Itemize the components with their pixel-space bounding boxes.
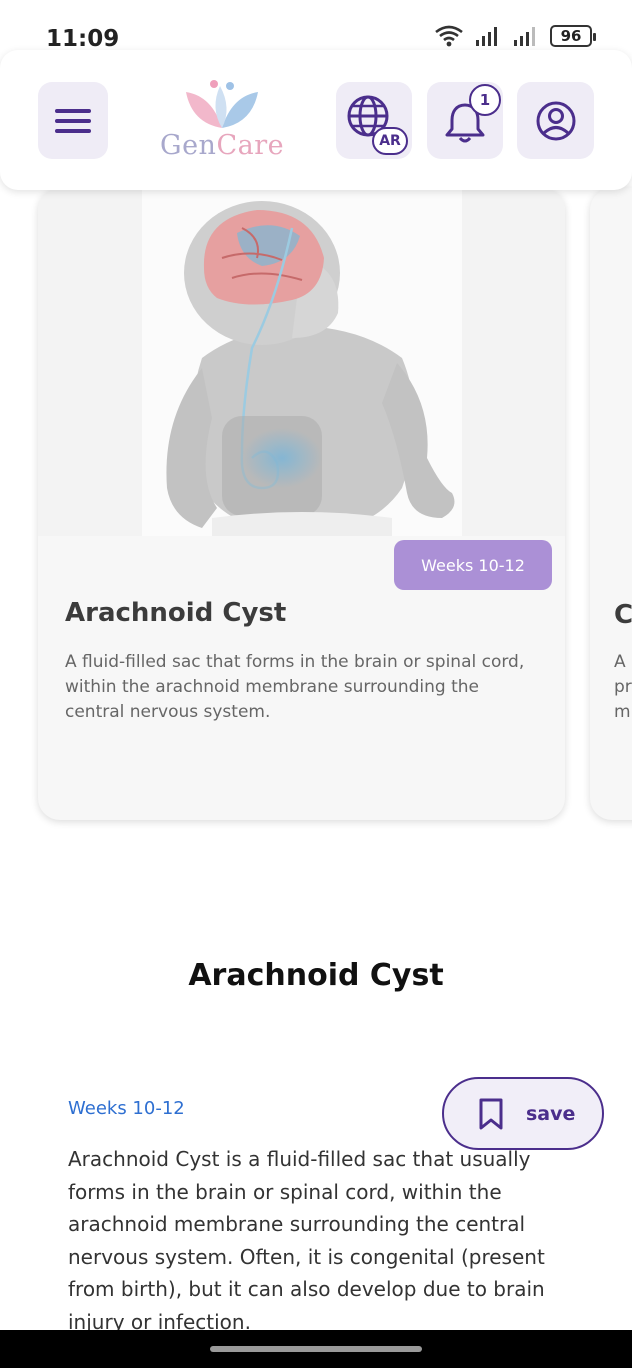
profile-button[interactable] [517,82,594,159]
next-card-description-line: A [614,652,626,672]
signal-icon [476,27,497,46]
language-button[interactable]: AR [336,82,412,159]
detail-week-label: Weeks 10-12 [68,1098,185,1119]
lotus-icon [186,80,258,128]
next-card-description: A pr m [614,650,632,725]
user-profile-icon [536,101,575,140]
logo-text-gen: Gen [160,130,217,161]
infant-illustration [142,188,462,536]
notifications-button[interactable]: 1 [427,82,503,159]
language-badge: AR [372,127,408,155]
status-icons: 96 [434,24,596,48]
detail-title: Arachnoid Cyst [188,958,444,993]
next-card-title: C [614,600,632,630]
system-nav-bar [0,1330,632,1368]
battery-level: 96 [560,27,582,45]
card-week-badge: Weeks 10-12 [394,540,552,590]
next-card-description-line: m [614,702,631,722]
logo-text: GenCare [160,130,284,161]
gencare-logo: GenCare [152,78,292,168]
logo-text-care: Care [216,130,285,161]
save-button[interactable]: save [442,1077,604,1150]
save-button-label: save [526,1102,576,1125]
next-card-description-line: pr [614,677,632,697]
card-description: A fluid-filled sac that forms in the bra… [65,652,525,722]
menu-button[interactable] [38,82,108,159]
wifi-icon [435,25,463,47]
card-title: Arachnoid Cyst [65,598,287,628]
bookmark-icon [479,1098,503,1129]
infant-anatomy-illustration [166,201,455,536]
status-time: 11:09 [46,26,120,52]
card-image [38,188,565,536]
home-indicator[interactable] [210,1346,422,1352]
app-header: GenCare AR 1 [0,50,632,190]
detail-description: Arachnoid Cyst is a fluid-filled sac tha… [68,1147,545,1334]
signal-icon-2 [514,27,535,46]
condition-carousel[interactable]: Weeks 10-12 Arachnoid Cyst A fluid-fille… [0,180,632,840]
hamburger-menu-icon [55,108,91,133]
notification-count-badge: 1 [469,84,501,116]
condition-card[interactable]: Weeks 10-12 Arachnoid Cyst A fluid-fille… [38,188,565,820]
battery-icon: 96 [550,25,596,47]
next-condition-card[interactable]: C A pr m [590,188,632,820]
